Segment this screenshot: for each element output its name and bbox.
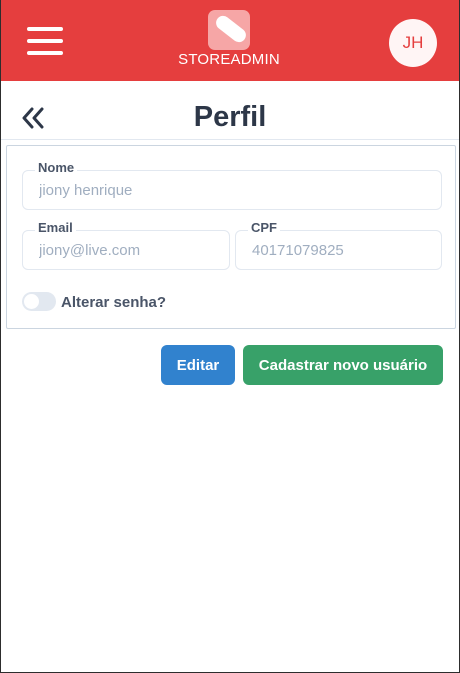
change-password-toggle[interactable] (22, 292, 56, 311)
page-header: Perfil (1, 81, 459, 140)
edit-button[interactable]: Editar (161, 345, 235, 385)
store-tag-logo-icon (208, 10, 250, 50)
change-password-label: Alterar senha? (61, 294, 167, 311)
register-new-user-button[interactable]: Cadastrar novo usuário (243, 345, 443, 385)
email-field-label: Email (35, 220, 76, 235)
toggle-knob (24, 294, 39, 309)
email-field[interactable] (22, 230, 230, 270)
brand[interactable]: STOREADMIN (173, 8, 285, 74)
profile-form-card: Nome Email CPF Alterar senha? (6, 145, 456, 329)
name-field-label: Nome (35, 160, 78, 175)
page-title: Perfil (193, 101, 267, 133)
brand-name: STOREADMIN (178, 51, 280, 68)
hamburger-menu-icon[interactable] (27, 27, 63, 55)
name-field[interactable] (22, 170, 442, 210)
cpf-field-label: CPF (248, 220, 280, 235)
user-avatar[interactable]: JH (389, 19, 437, 67)
cpf-field[interactable] (235, 230, 442, 270)
top-navigation-bar: STOREADMIN JH (1, 0, 459, 81)
